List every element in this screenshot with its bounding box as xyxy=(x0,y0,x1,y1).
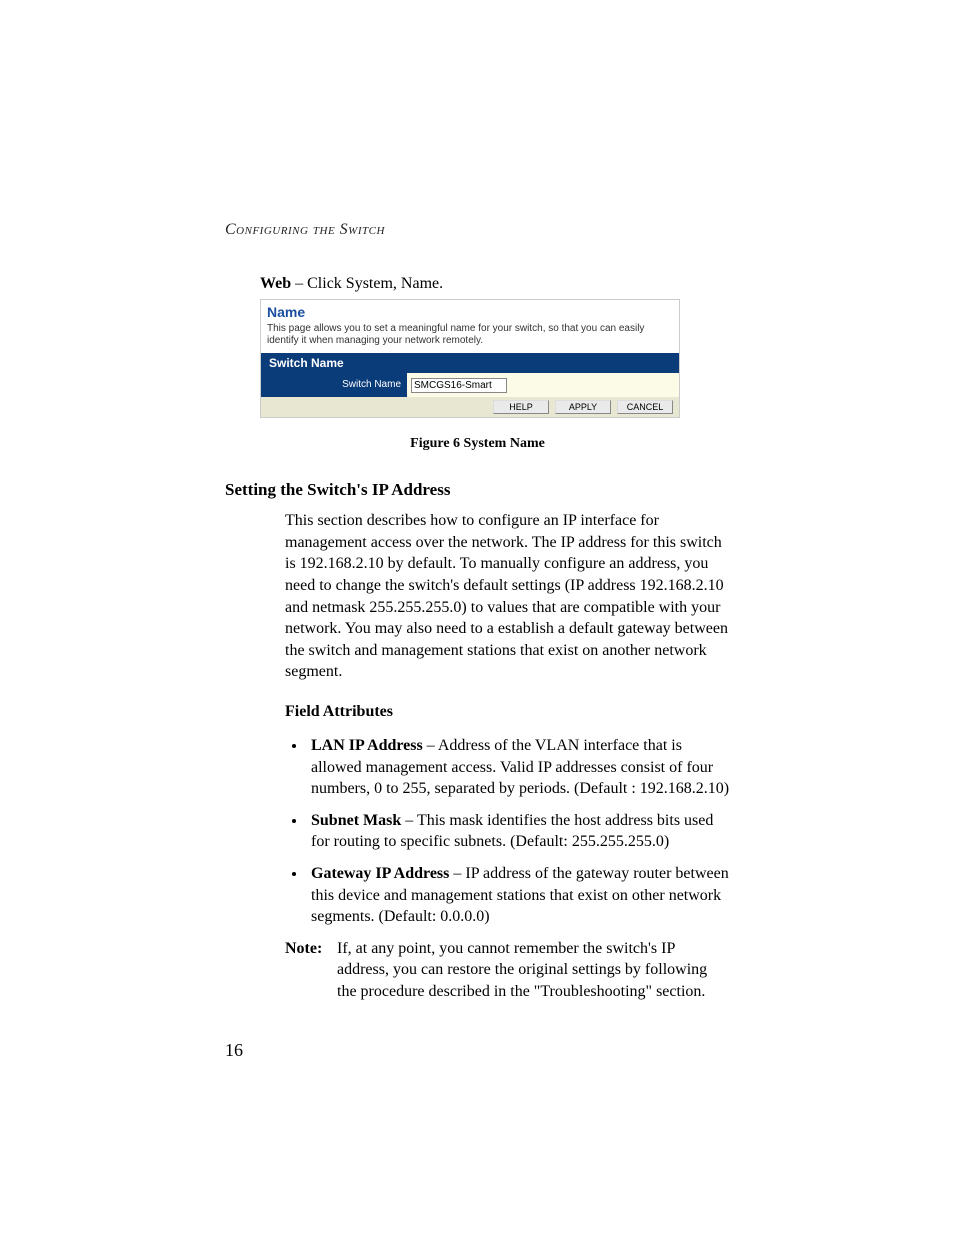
apply-button[interactable]: APPLY xyxy=(555,400,611,414)
list-item: LAN IP Address – Address of the VLAN int… xyxy=(307,735,730,800)
switch-config-panel: Name This page allows you to set a meani… xyxy=(260,299,680,418)
switch-name-input[interactable] xyxy=(411,378,507,393)
list-item: Subnet Mask – This mask identifies the h… xyxy=(307,810,730,853)
note-block: Note: If, at any point, you cannot remem… xyxy=(285,938,730,1003)
switch-name-row: Switch Name xyxy=(261,373,679,397)
field-attributes-list: LAN IP Address – Address of the VLAN int… xyxy=(285,735,730,928)
web-text: – Click System, Name. xyxy=(291,275,443,292)
intro-paragraph: This section describes how to configure … xyxy=(285,510,730,683)
list-item: Gateway IP Address – IP address of the g… xyxy=(307,863,730,928)
help-button[interactable]: HELP xyxy=(493,400,549,414)
switch-name-label: Switch Name xyxy=(261,373,407,397)
note-label: Note: xyxy=(285,938,337,1003)
field-attributes-heading: Field Attributes xyxy=(285,703,730,721)
attr-term: Subnet Mask xyxy=(311,812,401,829)
page: Configuring the Switch Web – Click Syste… xyxy=(0,0,954,1235)
panel-description: This page allows you to set a meaningful… xyxy=(261,321,679,353)
button-row: HELP APPLY CANCEL xyxy=(261,397,679,417)
attr-term: LAN IP Address xyxy=(311,737,423,754)
page-number: 16 xyxy=(225,1040,243,1061)
web-label: Web xyxy=(260,275,291,292)
switch-name-cell xyxy=(407,378,679,393)
note-text: If, at any point, you cannot remember th… xyxy=(337,938,730,1003)
web-instruction: Web – Click System, Name. xyxy=(260,275,730,293)
running-head: Configuring the Switch xyxy=(225,221,385,239)
cancel-button[interactable]: CANCEL xyxy=(617,400,673,414)
section-header: Switch Name xyxy=(261,353,679,373)
body-area: Web – Click System, Name. Name This page… xyxy=(225,275,730,1002)
panel-title: Name xyxy=(261,300,679,321)
figure-caption: Figure 6 System Name xyxy=(225,436,730,452)
attr-term: Gateway IP Address xyxy=(311,865,449,882)
subsection-heading: Setting the Switch's IP Address xyxy=(225,480,730,500)
